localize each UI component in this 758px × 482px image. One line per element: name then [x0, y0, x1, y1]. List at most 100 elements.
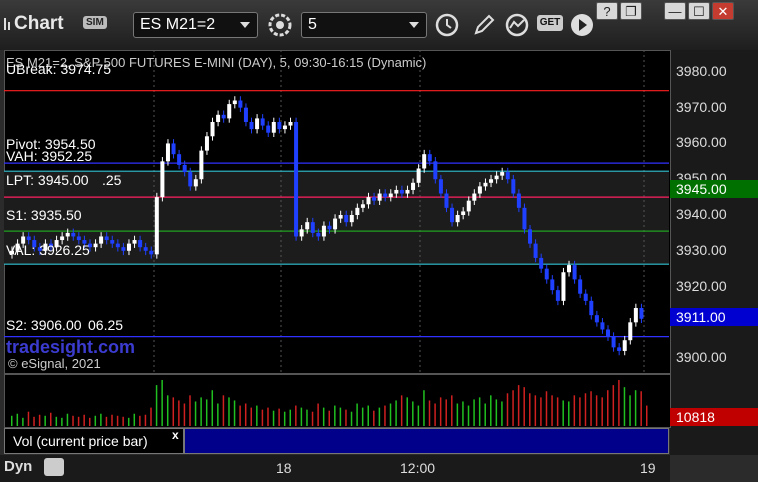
volume-bar — [506, 393, 509, 426]
volume-label: 10818 — [670, 408, 758, 426]
candle-body — [193, 179, 198, 187]
candle-body — [288, 121, 293, 126]
volume-bar — [629, 395, 631, 426]
volume-bar — [634, 390, 637, 426]
candle-body — [572, 265, 577, 280]
interval-value: 5 — [308, 16, 317, 33]
volume-bar — [178, 400, 180, 426]
maximize-button[interactable]: ☐ — [688, 2, 710, 20]
volume-bar — [434, 403, 436, 426]
candle-body — [516, 193, 521, 208]
study-icon[interactable] — [503, 11, 531, 39]
interval-input[interactable]: 5 — [301, 12, 427, 38]
volume-bar — [562, 400, 564, 426]
candle-body — [617, 347, 622, 351]
restore-button[interactable]: ❐ — [620, 2, 642, 20]
volume-bar — [317, 403, 319, 426]
volume-bar — [289, 409, 292, 426]
volume-bar — [322, 407, 325, 426]
volume-bar — [439, 397, 442, 426]
candle-body — [433, 161, 438, 180]
candle-body — [138, 240, 143, 248]
help-button[interactable]: ? — [596, 2, 618, 20]
candle-body — [104, 236, 109, 241]
play-icon[interactable] — [568, 11, 596, 39]
candle-body — [93, 243, 98, 248]
gear-icon[interactable] — [266, 11, 294, 39]
get-button[interactable]: GET — [537, 15, 563, 31]
last-price-label: 3911.00 — [670, 308, 758, 326]
volume-bar — [55, 416, 58, 426]
vah-label: VAH: 3952.25 — [6, 148, 93, 164]
volume-bar — [49, 412, 52, 426]
volume-bar — [105, 416, 108, 426]
candle-body — [216, 114, 221, 122]
chevron-down-icon[interactable] — [409, 22, 419, 28]
lock-icon[interactable] — [44, 458, 64, 476]
candle-body — [399, 189, 404, 194]
candle-body — [143, 247, 148, 251]
candle-body — [243, 107, 248, 122]
volume-bar — [590, 391, 592, 426]
close-icon[interactable]: x — [172, 428, 179, 442]
volume-bar — [239, 405, 241, 426]
candle-body — [204, 136, 209, 151]
volume-bar — [601, 397, 603, 426]
y-tick-label: 3980.00 — [676, 62, 727, 79]
candle-body — [489, 179, 494, 183]
minimize-button[interactable]: — — [664, 2, 686, 20]
volume-bar — [189, 395, 191, 426]
volume-chart — [11, 380, 648, 426]
candle-body — [99, 236, 104, 244]
clock-icon[interactable] — [433, 11, 461, 39]
volume-bar — [328, 410, 330, 426]
x-tick-label: 12:00 — [400, 460, 436, 476]
symbol-input[interactable]: ES M21=2 — [133, 12, 258, 38]
y-tick-label: 3960.00 — [676, 134, 727, 151]
volume-bar — [217, 403, 219, 426]
volume-bar — [144, 414, 147, 426]
close-button[interactable]: ✕ — [712, 2, 734, 20]
volume-bar — [22, 417, 24, 426]
candle-body — [494, 175, 499, 180]
volume-bar — [428, 400, 431, 426]
candle-body — [611, 336, 616, 348]
candle-body — [394, 189, 399, 194]
candle-body — [149, 250, 154, 255]
volume-bar — [300, 407, 303, 426]
candle-body — [405, 189, 410, 194]
pencil-icon[interactable] — [470, 11, 498, 39]
volume-bar — [579, 397, 581, 426]
symbol-value: ES M21=2 — [140, 16, 216, 33]
candle-body — [533, 243, 538, 258]
candle-body — [578, 279, 583, 294]
y-tick-label: 3970.00 — [676, 98, 727, 115]
volume-bar — [72, 415, 74, 426]
candle-body — [294, 121, 299, 237]
candle-body — [366, 197, 371, 205]
volume-bar — [623, 387, 626, 426]
val-label: VAL: 3926.25 — [6, 242, 90, 258]
candle-body — [266, 125, 271, 133]
volume-bar — [27, 411, 30, 426]
candle-body — [450, 207, 455, 223]
volume-bar — [556, 397, 559, 426]
candle-body — [544, 268, 549, 280]
candle-body — [165, 143, 170, 162]
volume-bar — [423, 390, 425, 426]
candle-body — [355, 207, 360, 215]
chevron-down-icon[interactable] — [240, 22, 250, 28]
candle-body — [550, 279, 555, 291]
candle-body — [182, 164, 187, 173]
volume-legend[interactable]: Vol (current price bar) — [4, 428, 184, 454]
candle-body — [505, 172, 510, 180]
candle-body — [255, 118, 260, 130]
volume-bar — [412, 401, 414, 426]
dyn-label[interactable]: Dyn — [4, 458, 32, 475]
volume-bar — [61, 417, 63, 426]
candle-body — [188, 172, 193, 187]
volume-bar — [350, 411, 353, 426]
volume-bar — [205, 399, 208, 426]
candle-body — [327, 225, 332, 230]
candle-body — [472, 193, 477, 201]
